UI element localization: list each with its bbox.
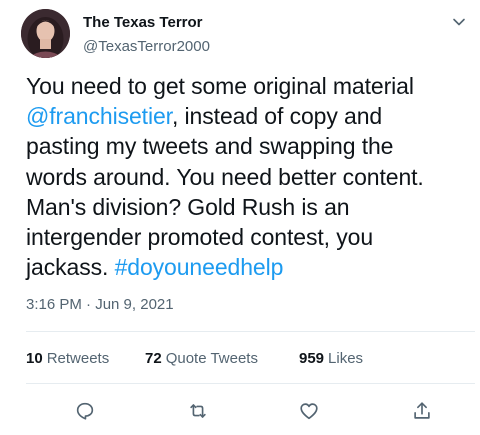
share-icon[interactable]	[410, 399, 434, 423]
retweet-icon[interactable]	[186, 399, 210, 423]
tweet-text-segment: intergender promoted contest, you	[26, 224, 374, 251]
likes-label: Likes	[328, 350, 364, 367]
tweet-card: The Texas Terror @TexasTerror2000 You ne…	[0, 0, 480, 435]
avatar-image	[21, 9, 70, 58]
retweets-stat[interactable]: 10 Retweets	[26, 350, 109, 367]
tweet-text-segment: words around. You need better content.	[26, 163, 424, 190]
tweet-text-segment: Man's division? Gold Rush is an	[26, 193, 350, 220]
quote-tweets-stat[interactable]: 72 Quote Tweets	[145, 350, 258, 367]
tweet-text-segment: pasting my tweets and swapping the	[26, 133, 394, 160]
tweet-text-segment: You need to get some original material	[26, 73, 414, 99]
author-handle[interactable]: @TexasTerror2000	[83, 38, 210, 55]
retweets-label: Retweets	[46, 350, 110, 367]
tweet-text-line: @franchisetier, instead of copy and	[26, 101, 472, 131]
likes-count: 959	[299, 350, 325, 367]
like-icon[interactable]	[297, 399, 321, 423]
author-display-name[interactable]: The Texas Terror	[83, 14, 203, 31]
retweets-count: 10	[26, 350, 43, 367]
quote-tweets-count: 72	[145, 350, 162, 367]
tweet-text: You need to get some original material @f…	[26, 71, 472, 282]
tweet-text-line: Man's division? Gold Rush is an	[26, 192, 472, 222]
tweet-text-line: intergender promoted contest, you	[26, 222, 472, 252]
divider	[26, 383, 475, 384]
tweet-text-line: pasting my tweets and swapping the	[26, 131, 472, 161]
chevron-down-icon[interactable]	[450, 13, 468, 31]
hashtag-link[interactable]: #doyouneedhelp	[115, 254, 284, 280]
tweet-text-line: You need to get some original material	[26, 71, 472, 101]
avatar[interactable]	[21, 9, 70, 58]
divider	[26, 331, 475, 332]
quote-tweets-label: Quote Tweets	[165, 350, 258, 367]
tweet-text-segment: , instead of copy and	[171, 103, 383, 130]
tweet-text-line: words around. You need better content.	[26, 162, 472, 192]
mention-link[interactable]: @franchisetier	[26, 103, 172, 129]
reply-icon[interactable]	[73, 399, 97, 423]
tweet-text-segment: jackass.	[26, 254, 115, 281]
likes-stat[interactable]: 959 Likes	[299, 350, 363, 367]
tweet-text-line: jackass. #doyouneedhelp	[26, 252, 472, 282]
tweet-timestamp[interactable]: 3:16 PM · Jun 9, 2021	[26, 296, 174, 313]
